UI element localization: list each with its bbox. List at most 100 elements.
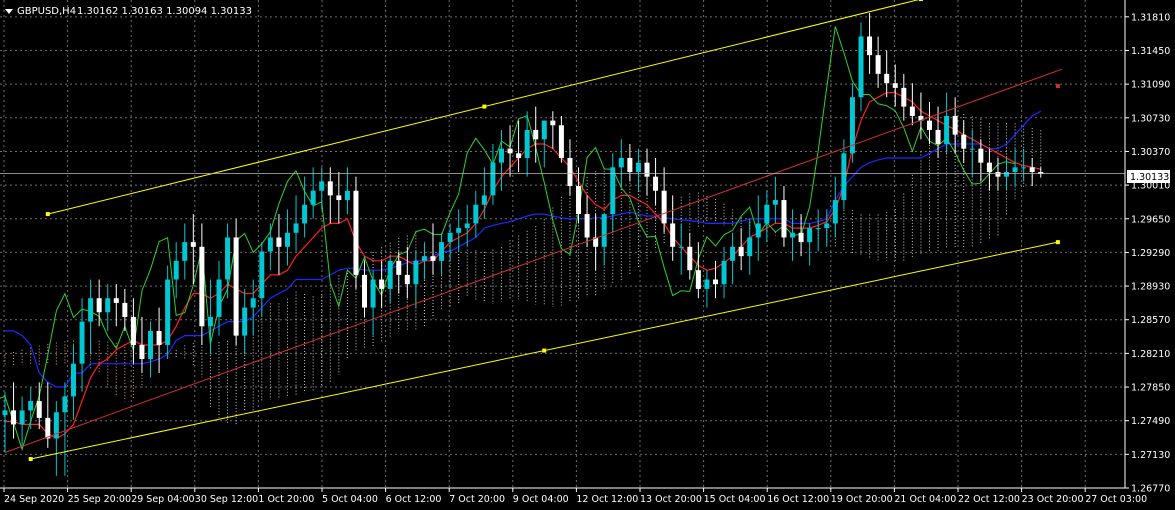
candle-body[interactable] xyxy=(233,237,239,336)
channel-mid-handle[interactable] xyxy=(542,348,547,353)
candle-body[interactable] xyxy=(267,237,273,252)
candle-body[interactable] xyxy=(216,279,222,317)
candle-body[interactable] xyxy=(1029,167,1035,173)
candle-body[interactable] xyxy=(678,246,684,248)
candle-body[interactable] xyxy=(105,298,111,313)
candle-body[interactable] xyxy=(516,153,522,158)
candle[interactable] xyxy=(165,265,171,359)
candle-body[interactable] xyxy=(259,251,265,299)
candle-body[interactable] xyxy=(550,120,556,126)
candle-body[interactable] xyxy=(36,401,42,418)
candle-body[interactable] xyxy=(396,260,402,275)
candle[interactable] xyxy=(233,218,239,345)
candle-body[interactable] xyxy=(533,129,539,140)
candle-body[interactable] xyxy=(935,129,941,144)
candle-body[interactable] xyxy=(250,298,256,308)
candle-body[interactable] xyxy=(610,167,616,215)
candle-body[interactable] xyxy=(302,204,308,224)
candle-body[interactable] xyxy=(926,120,932,130)
candle-body[interactable] xyxy=(113,298,119,303)
candle-body[interactable] xyxy=(670,223,676,247)
candle-body[interactable] xyxy=(379,279,385,289)
candle-body[interactable] xyxy=(712,279,718,285)
candle-body[interactable] xyxy=(764,204,770,224)
candle-body[interactable] xyxy=(1021,167,1027,169)
candle-body[interactable] xyxy=(79,321,85,364)
candle-body[interactable] xyxy=(952,115,958,135)
candle-body[interactable] xyxy=(293,223,299,233)
candle-body[interactable] xyxy=(276,237,282,247)
candle-body[interactable] xyxy=(327,181,333,196)
candle-body[interactable] xyxy=(747,237,753,257)
candle-body[interactable] xyxy=(464,223,470,229)
candle-body[interactable] xyxy=(148,330,154,359)
candle-body[interactable] xyxy=(978,148,984,163)
candle-body[interactable] xyxy=(62,396,68,413)
candle-body[interactable] xyxy=(11,410,17,425)
candle-body[interactable] xyxy=(704,279,710,289)
candle-body[interactable] xyxy=(584,214,590,238)
candle-body[interactable] xyxy=(875,55,881,74)
candle-body[interactable] xyxy=(867,36,873,56)
candle-body[interactable] xyxy=(901,87,907,107)
candle-body[interactable] xyxy=(439,242,445,261)
candle-body[interactable] xyxy=(1004,172,1010,177)
candle[interactable] xyxy=(353,176,359,289)
candle-body[interactable] xyxy=(362,274,368,308)
candle-body[interactable] xyxy=(310,190,316,205)
candle-body[interactable] xyxy=(661,190,667,224)
candle-body[interactable] xyxy=(961,134,967,149)
candle-body[interactable] xyxy=(909,106,915,116)
candle-body[interactable] xyxy=(498,148,504,163)
candle-body[interactable] xyxy=(28,401,34,411)
candle-body[interactable] xyxy=(738,246,744,257)
candle-body[interactable] xyxy=(858,36,864,98)
candle-body[interactable] xyxy=(284,232,290,247)
candle-body[interactable] xyxy=(19,410,25,425)
candle-body[interactable] xyxy=(370,279,376,308)
trend-line-handle[interactable] xyxy=(1055,84,1060,89)
candle-body[interactable] xyxy=(892,83,898,88)
candle-body[interactable] xyxy=(969,148,975,150)
candle-body[interactable] xyxy=(353,190,359,275)
symbol-timeframe[interactable]: GBPUSD,H4 xyxy=(17,6,76,17)
price-chart[interactable]: 1.318101.314501.310901.307301.303701.300… xyxy=(0,0,1175,510)
candle-body[interactable] xyxy=(2,410,8,416)
candle-body[interactable] xyxy=(96,298,102,313)
candle-body[interactable] xyxy=(490,162,496,196)
candle-body[interactable] xyxy=(481,195,487,205)
candle-body[interactable] xyxy=(507,148,513,154)
candle-body[interactable] xyxy=(165,279,171,345)
candle-body[interactable] xyxy=(807,228,813,243)
candle-body[interactable] xyxy=(1012,167,1018,173)
candle-body[interactable] xyxy=(207,316,213,327)
candle-body[interactable] xyxy=(387,260,393,289)
candle-body[interactable] xyxy=(995,172,1001,177)
candle-body[interactable] xyxy=(730,246,736,261)
candle-body[interactable] xyxy=(635,162,641,173)
candle-body[interactable] xyxy=(173,260,179,280)
candle-body[interactable] xyxy=(618,157,624,168)
candle-body[interactable] xyxy=(576,186,582,215)
candle-body[interactable] xyxy=(524,129,530,158)
candle-body[interactable] xyxy=(721,260,727,285)
candle-body[interactable] xyxy=(88,298,94,322)
candle-body[interactable] xyxy=(344,190,350,201)
candle-body[interactable] xyxy=(225,237,231,280)
candle-body[interactable] xyxy=(884,73,890,84)
candle-body[interactable] xyxy=(832,200,838,224)
candle-body[interactable] xyxy=(781,200,787,238)
candle-body[interactable] xyxy=(336,195,342,201)
candle-body[interactable] xyxy=(687,246,693,271)
candle-body[interactable] xyxy=(772,200,778,205)
candle-body[interactable] xyxy=(430,256,436,261)
candle-body[interactable] xyxy=(601,214,607,247)
candle-body[interactable] xyxy=(841,153,847,201)
candle-body[interactable] xyxy=(447,232,453,243)
candle-body[interactable] xyxy=(567,157,573,187)
channel-anchor-handle[interactable] xyxy=(1055,240,1060,245)
candle-body[interactable] xyxy=(790,232,796,238)
candle-body[interactable] xyxy=(473,204,479,224)
candle-body[interactable] xyxy=(413,260,419,285)
candle-body[interactable] xyxy=(541,120,547,140)
